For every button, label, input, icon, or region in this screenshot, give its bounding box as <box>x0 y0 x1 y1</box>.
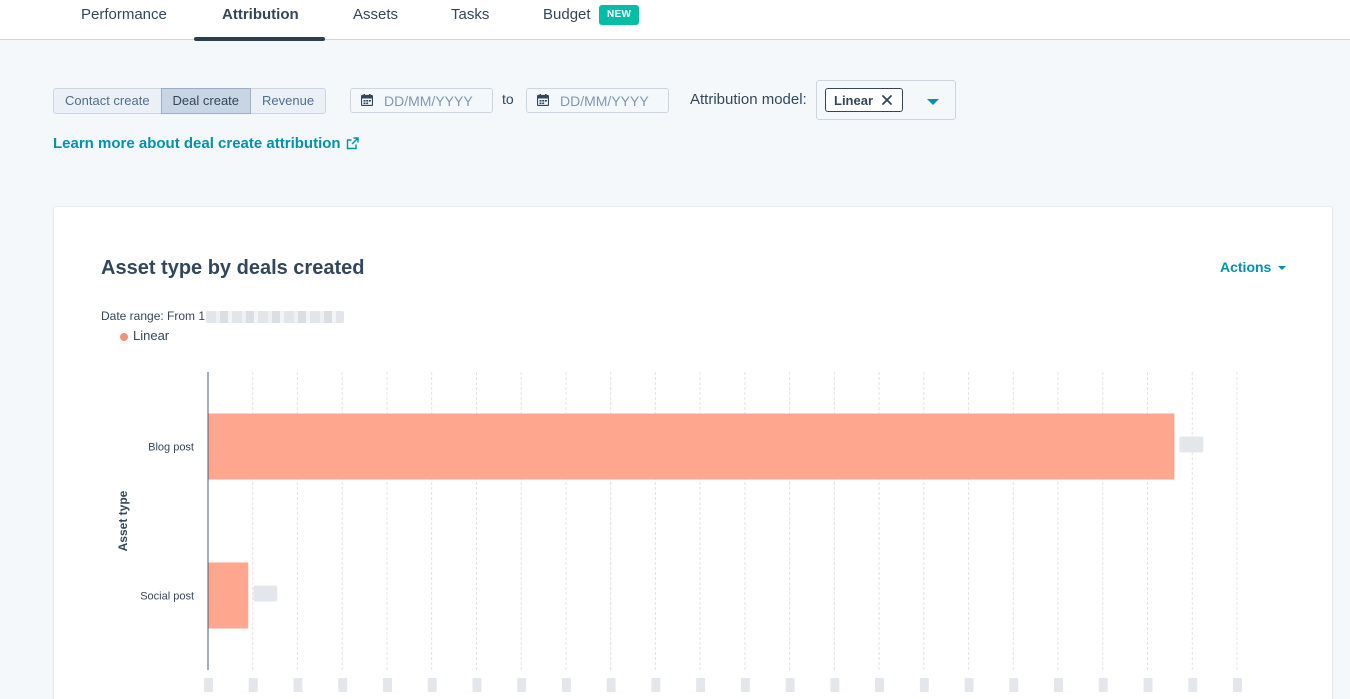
attribution-model-label: Attribution model: <box>690 91 807 108</box>
date-to-field[interactable] <box>526 88 669 113</box>
learn-more-link[interactable]: Learn more about deal create attribution <box>53 135 341 152</box>
attribution-type-toggle: Contact create Deal create Revenue <box>53 88 327 114</box>
y-axis-title: Asset type <box>116 490 130 551</box>
x-tick-label-obscured <box>875 678 885 692</box>
top-nav: Performance Attribution Assets Tasks Bud… <box>0 0 1350 41</box>
x-tick-label-obscured <box>964 678 974 692</box>
x-tick-label-obscured <box>1233 678 1242 692</box>
date-to-input[interactable] <box>560 92 664 110</box>
to-label: to <box>502 91 514 107</box>
deal-create-button[interactable]: Deal create <box>160 88 252 114</box>
bar <box>208 413 1175 480</box>
calendar-icon <box>537 94 549 106</box>
x-tick-label-obscured <box>1009 678 1019 692</box>
x-tick-label-obscured <box>651 678 661 692</box>
x-tick-label-obscured <box>830 678 840 692</box>
x-tick-label-obscured <box>472 678 482 692</box>
new-badge: NEW <box>599 5 640 25</box>
external-link-icon[interactable] <box>346 137 359 150</box>
chevron-down-icon[interactable] <box>927 99 939 105</box>
x-tick-label-obscured <box>248 678 258 692</box>
x-tick-label-obscured <box>606 678 616 692</box>
model-tag: Linear <box>825 88 903 112</box>
x-tick-label-obscured <box>785 678 795 692</box>
category-label: Social post <box>140 591 194 603</box>
x-tick-label-obscured <box>561 678 571 692</box>
x-tick-label-obscured <box>427 678 437 692</box>
attribution-model-select[interactable]: Linear <box>816 80 956 120</box>
x-tick-label-obscured <box>1054 678 1064 692</box>
x-tick-label-obscured <box>1098 678 1108 692</box>
x-tick-label-obscured <box>517 678 527 692</box>
tab-tasks[interactable]: Tasks <box>451 0 489 40</box>
bar <box>208 562 249 629</box>
contact-create-button[interactable]: Contact create <box>53 88 162 114</box>
tab-attribution[interactable]: Attribution <box>222 0 299 40</box>
tab-assets[interactable]: Assets <box>353 0 398 40</box>
x-tick-label-obscured <box>382 678 392 692</box>
x-tick-label-obscured <box>293 678 303 692</box>
date-from-input[interactable] <box>384 92 488 110</box>
category-label: Blog post <box>148 442 194 454</box>
date-from-field[interactable] <box>350 88 493 113</box>
model-tag-label: Linear <box>834 93 874 108</box>
bar-chart: Blog post Social post Asset type <box>116 372 1242 692</box>
x-tick-label-obscured <box>204 678 213 692</box>
x-tick-label-obscured <box>1188 678 1198 692</box>
x-tick-label-obscured <box>740 678 750 692</box>
tab-performance[interactable]: Performance <box>81 0 167 40</box>
x-tick-label-obscured <box>696 678 706 692</box>
revenue-button[interactable]: Revenue <box>250 88 327 114</box>
active-tab-indicator <box>194 37 325 41</box>
x-tick-label-obscured <box>338 678 348 692</box>
value-label-obscured <box>253 585 278 602</box>
value-label-obscured <box>1179 436 1204 453</box>
x-tick-label-obscured <box>919 678 929 692</box>
calendar-icon <box>361 94 373 106</box>
x-tick-label-obscured <box>1143 678 1153 692</box>
report-card: Asset type by deals created Actions Date… <box>53 206 1333 699</box>
close-icon[interactable] <box>882 95 892 105</box>
tab-budget[interactable]: Budget <box>543 0 591 40</box>
